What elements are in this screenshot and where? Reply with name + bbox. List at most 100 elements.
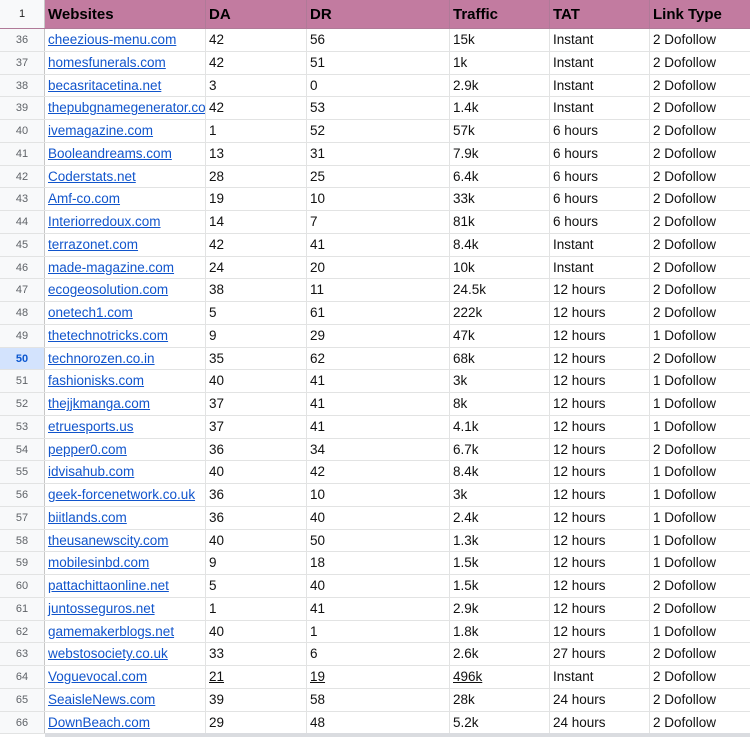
traffic-cell[interactable]: 1.3k [450, 529, 550, 552]
dr-cell[interactable]: 41 [307, 597, 450, 620]
row-number[interactable]: 54 [0, 438, 45, 461]
da-cell[interactable]: 28 [206, 165, 307, 188]
dr-cell[interactable]: 18 [307, 552, 450, 574]
traffic-cell[interactable]: 81k [450, 211, 550, 233]
row-number[interactable]: 62 [0, 620, 45, 643]
tat-cell[interactable]: 27 hours [550, 643, 650, 665]
link-type-cell[interactable]: 1 Dofollow [650, 461, 750, 483]
dr-cell[interactable]: 42 [307, 461, 450, 483]
website-link[interactable]: cheezious-menu.com [45, 29, 206, 51]
website-link[interactable]: onetech1.com [45, 302, 206, 324]
row-number[interactable]: 41 [0, 142, 45, 165]
dr-cell[interactable]: 48 [307, 711, 450, 734]
dr-cell[interactable]: 31 [307, 142, 450, 165]
website-link[interactable]: pepper0.com [45, 438, 206, 461]
traffic-cell[interactable]: 8.4k [450, 461, 550, 483]
row-number[interactable]: 49 [0, 324, 45, 347]
da-cell[interactable]: 42 [206, 233, 307, 256]
tat-cell[interactable]: 12 hours [550, 575, 650, 597]
dr-cell[interactable]: 10 [307, 484, 450, 506]
traffic-cell[interactable]: 33k [450, 188, 550, 210]
traffic-cell[interactable]: 2.9k [450, 74, 550, 97]
row-number[interactable]: 46 [0, 256, 45, 279]
tat-cell[interactable]: Instant [550, 97, 650, 119]
link-type-cell[interactable]: 2 Dofollow [650, 234, 750, 256]
row-number[interactable]: 64 [0, 666, 45, 688]
dr-cell[interactable]: 62 [307, 347, 450, 370]
da-cell[interactable]: 37 [206, 393, 307, 415]
website-link[interactable]: etruesports.us [45, 415, 206, 438]
dr-cell[interactable]: 1 [307, 620, 450, 643]
website-link[interactable]: Coderstats.net [45, 165, 206, 188]
da-cell[interactable]: 42 [206, 51, 307, 74]
row-number[interactable]: 37 [0, 51, 45, 74]
da-cell[interactable]: 42 [206, 29, 307, 51]
dr-cell[interactable]: 56 [307, 29, 450, 51]
dr-cell[interactable]: 61 [307, 302, 450, 324]
row-number[interactable]: 1 [0, 0, 45, 28]
da-cell[interactable]: 36 [206, 438, 307, 461]
horizontal-scrollbar[interactable] [45, 733, 750, 737]
tat-cell[interactable]: 12 hours [550, 370, 650, 392]
website-link[interactable]: Booleandreams.com [45, 142, 206, 165]
da-cell[interactable]: 38 [206, 279, 307, 301]
da-cell[interactable]: 36 [206, 506, 307, 529]
da-cell[interactable]: 40 [206, 461, 307, 483]
row-number[interactable]: 40 [0, 120, 45, 142]
dr-cell[interactable]: 29 [307, 324, 450, 347]
dr-cell[interactable]: 52 [307, 120, 450, 142]
da-cell[interactable]: 14 [206, 211, 307, 233]
dr-cell[interactable]: 7 [307, 211, 450, 233]
traffic-cell[interactable]: 2.6k [450, 643, 550, 665]
link-type-cell[interactable]: 1 Dofollow [650, 530, 750, 552]
dr-cell[interactable]: 20 [307, 256, 450, 279]
header-websites[interactable]: Websites [45, 0, 206, 28]
da-cell[interactable]: 36 [206, 484, 307, 506]
tat-cell[interactable]: 12 hours [550, 529, 650, 552]
traffic-cell[interactable]: 7.9k [450, 142, 550, 165]
link-type-cell[interactable]: 1 Dofollow [650, 507, 750, 529]
link-type-cell[interactable]: 2 Dofollow [650, 257, 750, 279]
traffic-cell[interactable]: 1.8k [450, 620, 550, 643]
tat-cell[interactable]: 12 hours [550, 438, 650, 461]
link-type-cell[interactable]: 1 Dofollow [650, 393, 750, 415]
row-number[interactable]: 43 [0, 188, 45, 210]
dr-cell[interactable]: 41 [307, 393, 450, 415]
website-link[interactable]: Voguevocal.com [45, 666, 206, 688]
website-link[interactable]: idvisahub.com [45, 461, 206, 483]
website-link[interactable]: thejjkmanga.com [45, 393, 206, 415]
da-cell[interactable]: 3 [206, 74, 307, 97]
da-cell[interactable]: 35 [206, 347, 307, 370]
link-type-cell[interactable]: 2 Dofollow [650, 689, 750, 711]
traffic-cell[interactable]: 47k [450, 324, 550, 347]
link-type-cell[interactable]: 2 Dofollow [650, 302, 750, 324]
tat-cell[interactable]: Instant [550, 51, 650, 74]
website-link[interactable]: thepubgnamegenerator.co [45, 97, 206, 119]
tat-cell[interactable]: 12 hours [550, 506, 650, 529]
row-number[interactable]: 55 [0, 461, 45, 483]
tat-cell[interactable]: 6 hours [550, 188, 650, 210]
da-cell[interactable]: 39 [206, 688, 307, 711]
website-link[interactable]: mobilesinbd.com [45, 552, 206, 574]
traffic-cell[interactable]: 5.2k [450, 711, 550, 734]
row-number[interactable]: 50 [0, 347, 45, 370]
link-type-cell[interactable]: 2 Dofollow [650, 279, 750, 301]
website-link[interactable]: becasritacetina.net [45, 74, 206, 97]
traffic-cell[interactable]: 1k [450, 51, 550, 74]
website-link[interactable]: fashionisks.com [45, 370, 206, 392]
row-number[interactable]: 44 [0, 211, 45, 233]
da-cell[interactable]: 24 [206, 256, 307, 279]
link-type-cell[interactable]: 2 Dofollow [650, 643, 750, 665]
tat-cell[interactable]: 6 hours [550, 211, 650, 233]
da-cell[interactable]: 19 [206, 188, 307, 210]
tat-cell[interactable]: 12 hours [550, 393, 650, 415]
traffic-cell[interactable]: 8.4k [450, 233, 550, 256]
row-number[interactable]: 53 [0, 415, 45, 438]
traffic-cell[interactable]: 57k [450, 120, 550, 142]
header-da[interactable]: DA [206, 0, 307, 28]
website-link[interactable]: terrazonet.com [45, 233, 206, 256]
website-link[interactable]: webstosociety.co.uk [45, 643, 206, 665]
link-type-cell[interactable]: 1 Dofollow [650, 552, 750, 574]
da-cell[interactable]: 9 [206, 552, 307, 574]
row-number[interactable]: 36 [0, 29, 45, 51]
